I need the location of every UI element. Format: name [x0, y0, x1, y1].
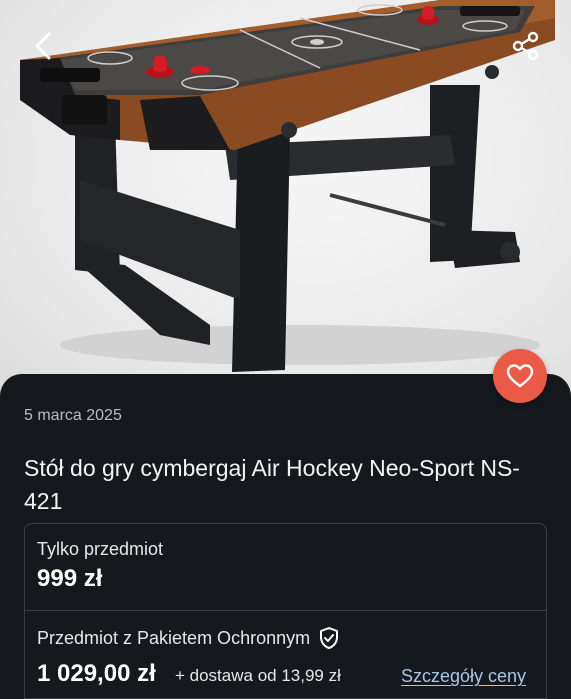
air-hockey-table-image	[20, 0, 555, 372]
option-item-only-price: 999 zł	[37, 565, 103, 592]
delivery-cost: + dostawa od 13,99 zł	[175, 666, 341, 685]
back-button[interactable]	[22, 24, 66, 68]
listing-date: 5 marca 2025	[24, 407, 122, 424]
product-photo[interactable]	[0, 0, 571, 400]
shield-check-icon	[318, 626, 340, 650]
option-item-only-label: Tylko przedmiot	[37, 539, 164, 559]
share-icon	[512, 31, 539, 61]
listing-title: Stół do gry cymbergaj Air Hockey Neo-Spo…	[24, 455, 520, 514]
price-details-link[interactable]: Szczegóły ceny	[401, 666, 526, 687]
option-protected-label: Przedmiot z Pakietem Ochronnym	[37, 627, 311, 648]
chevron-left-icon	[35, 32, 51, 60]
option-protected-price: 1 029,00 zł	[37, 660, 156, 687]
price-options-divider	[24, 610, 547, 611]
heart-icon	[506, 364, 534, 388]
share-button[interactable]	[504, 24, 548, 68]
favorite-button[interactable]	[493, 349, 547, 403]
option-protected-header: Przedmiot z Pakietem Ochronnym	[37, 626, 340, 650]
